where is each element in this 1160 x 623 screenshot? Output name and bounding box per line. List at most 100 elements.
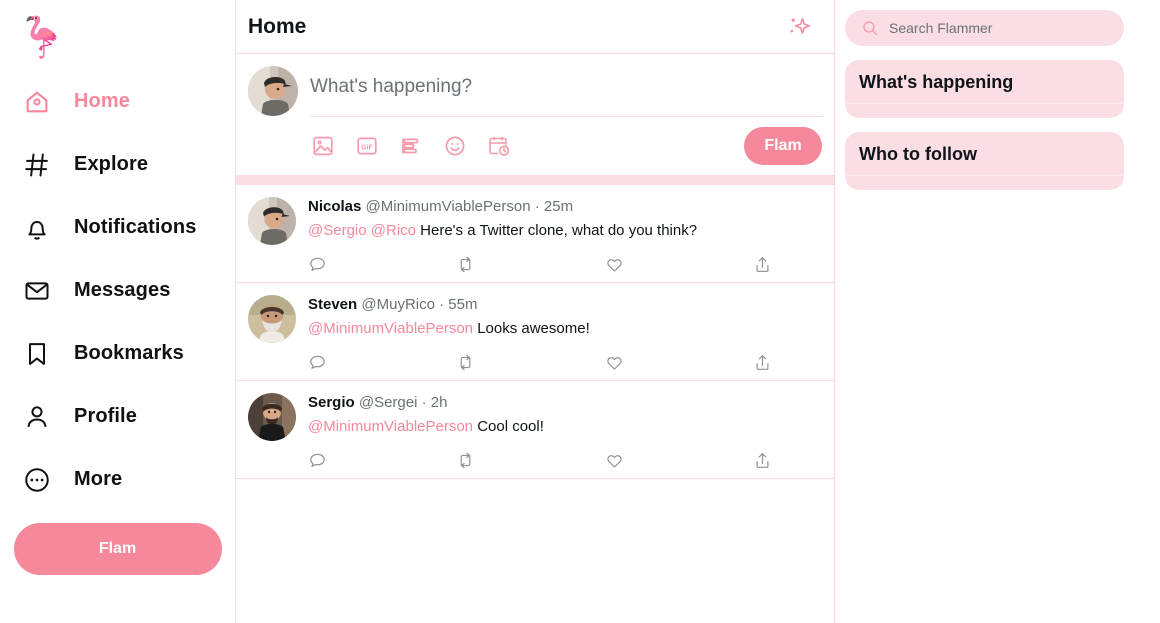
avatar[interactable] [248, 393, 296, 441]
reply-icon[interactable] [308, 451, 456, 470]
search-icon [861, 19, 879, 37]
sidebar-flam-button[interactable]: Flam [13, 523, 222, 575]
hash-icon [22, 150, 52, 180]
flamingo-icon[interactable]: 🦩 [14, 10, 70, 66]
composer: GIF [236, 54, 834, 175]
right-sidebar: What's happening Who to follow [835, 0, 1160, 623]
tweet-body-text: Looks awesome! [477, 320, 590, 337]
tweet-actions [308, 255, 822, 274]
emoji-icon[interactable] [442, 133, 468, 159]
tweet-text: @MinimumViablePerson Looks awesome! [308, 318, 822, 339]
tweet-actions [308, 451, 822, 470]
envelope-icon [22, 276, 52, 306]
tweet-author-name: Sergio [308, 394, 355, 411]
table-row[interactable]: Sergio @Sergei · 2h @MinimumViablePerson… [236, 381, 834, 479]
sidebar-item-profile[interactable]: Profile [0, 385, 235, 448]
poll-icon[interactable] [398, 133, 424, 159]
composer-actions: GIF Flam [310, 117, 822, 169]
sidebar-item-messages[interactable]: Messages [0, 259, 235, 322]
sparkles-icon[interactable] [784, 12, 814, 42]
tweet-actions [308, 353, 822, 372]
avatar[interactable] [248, 66, 298, 116]
widget-title: What's happening [845, 60, 1124, 104]
left-sidebar: 🦩 Home Explore Notifications Messages Bo… [0, 0, 236, 623]
composer-right: GIF [310, 66, 822, 169]
sidebar-item-label: Explore [74, 153, 149, 175]
tweet-author-handle: @MuyRico [361, 296, 435, 313]
search-input[interactable] [889, 20, 1108, 36]
tweet-author-handle: @MinimumViablePerson [365, 198, 531, 215]
tweet-author-name: Steven [308, 296, 358, 313]
tweet-author-name: Nicolas [308, 198, 362, 215]
widget-body [845, 176, 1124, 190]
table-row[interactable]: Steven @MuyRico · 55m @MinimumViablePers… [236, 283, 834, 381]
tweet-text: @Sergio @Rico Here's a Twitter clone, wh… [308, 220, 822, 241]
timeline: Nicolas @MinimumViablePerson · 25m @Serg… [236, 185, 834, 623]
sidebar-item-bookmarks[interactable]: Bookmarks [0, 322, 235, 385]
tweet-timestamp: 55m [448, 296, 478, 313]
sidebar-item-explore[interactable]: Explore [0, 133, 235, 196]
sidebar-item-notifications[interactable]: Notifications [0, 196, 235, 259]
tweet-mention[interactable]: @MinimumViablePerson [308, 418, 473, 435]
avatar[interactable] [248, 295, 296, 343]
tweet-author-handle: @Sergei [358, 394, 418, 411]
sidebar-item-more[interactable]: More [0, 448, 235, 511]
tweet-mention[interactable]: @Sergio [308, 222, 367, 239]
share-icon[interactable] [753, 255, 772, 274]
like-icon[interactable] [605, 353, 753, 372]
app-root: 🦩 Home Explore Notifications Messages Bo… [0, 0, 1160, 623]
svg-text:GIF: GIF [361, 144, 373, 151]
composer-input[interactable] [310, 66, 822, 117]
retweet-icon[interactable] [456, 353, 604, 372]
tweet-body: Sergio @Sergei · 2h @MinimumViablePerson… [308, 393, 822, 470]
sidebar-item-label: Bookmarks [74, 342, 184, 364]
tweet-timestamp: 2h [430, 394, 448, 411]
widget-who-to-follow: Who to follow [845, 132, 1124, 190]
schedule-icon[interactable] [486, 133, 512, 159]
avatar[interactable] [248, 197, 296, 245]
tweet-body-text: Here's a Twitter clone, what do you thin… [420, 222, 698, 239]
tweet-separator: · [439, 296, 445, 313]
tweet-header: Nicolas @MinimumViablePerson · 25m [308, 197, 822, 217]
bell-icon [22, 213, 52, 243]
person-icon [22, 402, 52, 432]
tweet-body: Steven @MuyRico · 55m @MinimumViablePers… [308, 295, 822, 372]
ellipsis-circle-icon [22, 465, 52, 495]
composer-tools: GIF [310, 133, 512, 159]
home-icon [22, 87, 52, 117]
sidebar-item-label: Profile [74, 405, 137, 427]
sidebar-item-label: Notifications [74, 216, 197, 238]
tweet-mention[interactable]: @Rico [371, 222, 416, 239]
like-icon[interactable] [605, 255, 753, 274]
tweet-text: @MinimumViablePerson Cool cool! [308, 416, 822, 437]
retweet-icon[interactable] [456, 451, 604, 470]
widget-body [845, 104, 1124, 118]
widget-whats-happening: What's happening [845, 60, 1124, 118]
bookmark-icon [22, 339, 52, 369]
sidebar-item-home[interactable]: Home [0, 70, 235, 133]
sidebar-item-label: Home [74, 90, 130, 112]
primary-navigation: Home Explore Notifications Messages Book… [0, 70, 235, 511]
share-icon[interactable] [753, 353, 772, 372]
sidebar-item-label: More [74, 468, 123, 490]
tweet-body: Nicolas @MinimumViablePerson · 25m @Serg… [308, 197, 822, 274]
tweet-separator: · [421, 394, 427, 411]
tweet-header: Steven @MuyRico · 55m [308, 295, 822, 315]
tweet-header: Sergio @Sergei · 2h [308, 393, 822, 413]
share-icon[interactable] [753, 451, 772, 470]
search-bar[interactable] [845, 10, 1124, 46]
gif-icon[interactable]: GIF [354, 133, 380, 159]
retweet-icon[interactable] [456, 255, 604, 274]
reply-icon[interactable] [308, 255, 456, 274]
like-icon[interactable] [605, 451, 753, 470]
tweet-body-text: Cool cool! [477, 418, 544, 435]
timeline-separator [236, 175, 834, 185]
image-icon[interactable] [310, 133, 336, 159]
tweet-mention[interactable]: @MinimumViablePerson [308, 320, 473, 337]
center-column: Home What's happening? GIF Flam Nicolas … [236, 0, 835, 623]
reply-icon[interactable] [308, 353, 456, 372]
compose-flam-button[interactable]: Flam [744, 127, 822, 165]
center-header: Home [236, 0, 834, 54]
sidebar-item-label: Messages [74, 279, 171, 301]
table-row[interactable]: Nicolas @MinimumViablePerson · 25m @Serg… [236, 185, 834, 283]
